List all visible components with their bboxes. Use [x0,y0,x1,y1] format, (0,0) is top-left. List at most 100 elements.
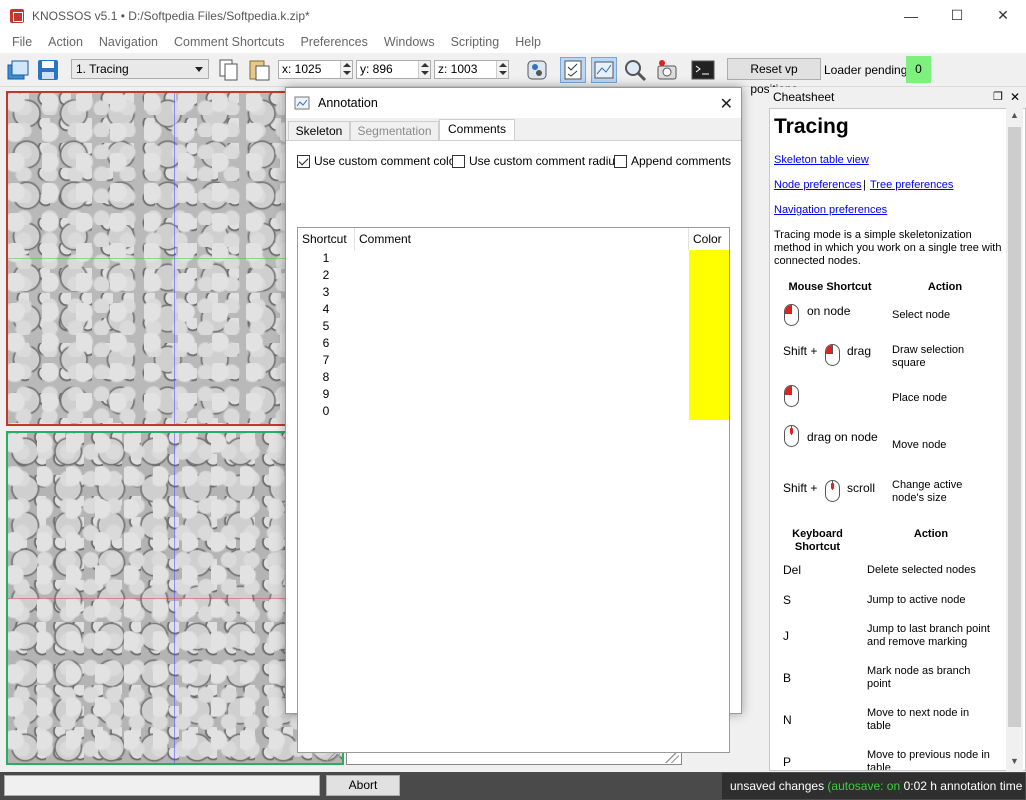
zoom-window-icon[interactable] [591,57,617,83]
menu-scripting[interactable]: Scripting [443,35,508,49]
tree-preferences-link[interactable]: Tree preferences [870,179,953,191]
keyboard-action-header: Action [913,528,949,540]
y-coordinate-spinbox[interactable]: y: 896 [356,60,431,79]
work-mode-value: 1. Tracing [76,62,129,76]
float-panel-icon[interactable]: ❐ [993,87,1003,107]
snapshot-camera-icon[interactable] [654,57,680,83]
scrollbar-thumb[interactable] [1008,127,1021,727]
menu-windows[interactable]: Windows [376,35,443,49]
menu-preferences[interactable]: Preferences [292,35,375,49]
mouse-shortcut-prefix: Shift + [783,481,818,495]
python-terminal-icon[interactable] [690,57,716,83]
open-file-icon[interactable] [5,57,31,83]
mouse-action-text: Move node [892,439,947,451]
mouse-shortcut-prefix: Shift + [783,344,818,358]
node-preferences-link[interactable]: Node preferences [774,179,861,191]
custom-comment-color-checkbox[interactable]: Use custom comment color [297,154,459,168]
scroll-up-icon[interactable]: ▲ [1010,110,1019,120]
color-cell[interactable] [689,284,729,301]
x-spin-buttons[interactable] [340,61,352,78]
mouse-shortcut-text: on node [807,304,851,318]
menu-bar: File Action Navigation Comment Shortcuts… [0,31,1026,53]
custom-comment-radius-checkbox[interactable]: Use custom comment radius [452,154,621,168]
column-header-color[interactable]: Color [689,228,729,250]
color-cell[interactable] [689,267,729,284]
menu-navigation[interactable]: Navigation [91,35,166,49]
work-mode-dropdown[interactable]: 1. Tracing [71,59,209,79]
table-row[interactable]: 9 [298,386,729,403]
column-header-comment[interactable]: Comment [355,228,689,250]
shortcut-cell: 2 [322,268,330,282]
annotation-dialog: Annotation ✕ Skeleton Segmentation Comme… [285,87,742,753]
table-row[interactable]: 2 [298,267,729,284]
tab-skeleton[interactable]: Skeleton [288,121,350,141]
mouse-left-click-icon [825,344,840,366]
keyboard-key: P [783,755,792,769]
color-cell[interactable] [689,318,729,335]
color-cell[interactable] [689,335,729,352]
toggle-icon[interactable] [524,57,550,83]
table-row[interactable]: 8 [298,369,729,386]
table-row[interactable]: 3 [298,284,729,301]
table-row[interactable]: 0 [298,403,729,420]
color-cell[interactable] [689,369,729,386]
table-row[interactable]: 1 [298,250,729,267]
annotation-time: 0:02 h annotation time [901,773,1025,799]
mouse-action-text: Draw selection square [892,344,965,369]
table-row[interactable]: 7 [298,352,729,369]
table-row[interactable]: 6 [298,335,729,352]
tracing-intro-text: Tracing mode is a simple skeletonization… [774,229,1002,267]
menu-help[interactable]: Help [507,35,549,49]
mouse-shortcut-text: drag on node [807,430,878,444]
menu-file[interactable]: File [4,35,40,49]
shortcut-cell: 0 [322,404,330,418]
minimize-icon[interactable]: — [888,0,934,31]
x-coordinate-spinbox[interactable]: x: 1025 [278,60,353,79]
color-cell[interactable] [689,301,729,318]
magnifier-icon[interactable] [622,57,648,83]
title-bar: KNOSSOS v5.1 • D:/Softpedia Files/Softpe… [0,0,1026,31]
menu-comment-shortcuts[interactable]: Comment Shortcuts [166,35,292,49]
cheatsheet-heading: Tracing [774,115,849,138]
y-spin-buttons[interactable] [418,61,430,78]
tab-comments[interactable]: Comments [439,119,515,142]
loader-pending-label: Loader pending: [824,63,911,77]
color-cell[interactable] [689,250,729,267]
table-row[interactable]: 5 [298,318,729,335]
shortcut-cell: 3 [322,285,330,299]
skeleton-table-view-link[interactable]: Skeleton table view [774,154,869,166]
keyboard-shortcut-header: Keyboard Shortcut [792,528,843,553]
close-icon[interactable]: ✕ [1010,87,1020,107]
color-cell[interactable] [689,352,729,369]
chevron-down-icon [195,67,203,72]
abort-button[interactable]: Abort [326,775,400,796]
column-header-shortcut[interactable]: Shortcut [298,228,355,250]
color-cell[interactable] [689,386,729,403]
mouse-shortcut-text: drag [847,344,872,358]
close-icon[interactable]: ✕ [980,0,1026,31]
checkbox-label: Append comments [631,154,732,168]
cheatsheet-scrollbar[interactable]: ▲ ▼ [1006,108,1023,771]
annotation-window-icon[interactable] [560,57,586,83]
navigation-preferences-link[interactable]: Navigation preferences [774,204,887,216]
table-row[interactable]: 4 [298,301,729,318]
z-coordinate-spinbox[interactable]: z: 1003 [434,60,509,79]
x-coordinate-value: x: 1025 [282,62,322,76]
mouse-shortcut-header: Mouse Shortcut [788,281,872,293]
scroll-down-icon[interactable]: ▼ [1010,756,1019,766]
shortcut-cell: 1 [322,251,330,265]
z-spin-buttons[interactable] [496,61,508,78]
unsaved-changes-indicator: unsaved changes (autosave: on) [722,773,913,799]
shortcut-cell: 8 [322,370,330,384]
close-icon[interactable]: ✕ [720,94,733,114]
color-cell[interactable] [689,403,729,420]
menu-action[interactable]: Action [40,35,91,49]
maximize-icon[interactable]: ☐ [934,0,980,31]
paste-icon[interactable] [247,57,273,83]
tab-segmentation[interactable]: Segmentation [350,121,439,141]
reset-vp-positions-button[interactable]: Reset vp positions [727,58,821,96]
knossos-app-icon [10,8,24,23]
save-icon[interactable] [35,57,61,83]
append-comments-checkbox[interactable]: Append comments [614,154,731,168]
copy-icon[interactable] [216,57,242,83]
